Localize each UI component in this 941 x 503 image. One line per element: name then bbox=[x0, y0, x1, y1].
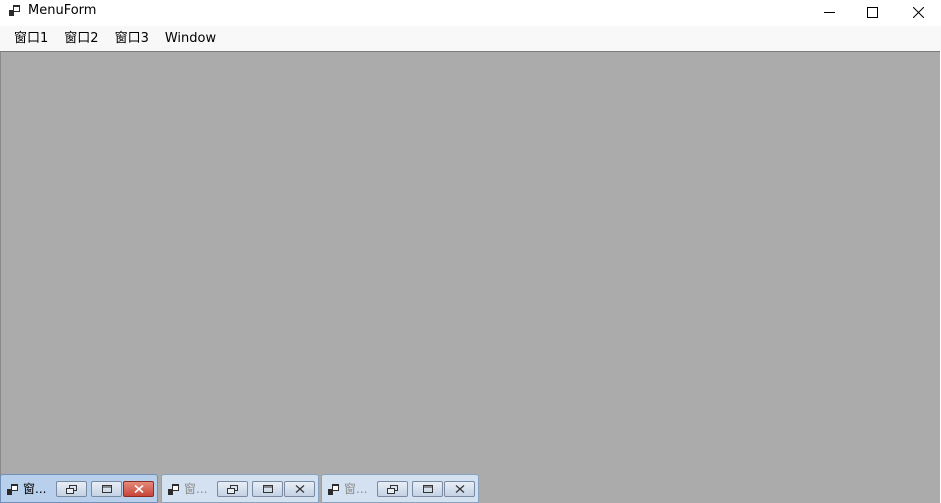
close-icon bbox=[295, 485, 304, 493]
app-icon bbox=[328, 484, 339, 495]
close-button[interactable] bbox=[284, 481, 315, 497]
main-window: MenuForm 窗口1 窗口2 窗口3 Window 窗... 窗... 窗.… bbox=[0, 0, 941, 503]
app-icon bbox=[9, 5, 20, 16]
minimized-child-title: 窗... bbox=[23, 482, 47, 496]
maximize-button[interactable] bbox=[412, 481, 443, 497]
close-icon bbox=[133, 485, 144, 493]
close-button[interactable] bbox=[895, 0, 941, 24]
app-icon bbox=[168, 484, 179, 495]
app-icon bbox=[7, 484, 18, 495]
menu-bar: 窗口1 窗口2 窗口3 Window bbox=[0, 26, 941, 51]
maximize-icon bbox=[422, 485, 433, 493]
title-bar[interactable]: MenuForm bbox=[0, 0, 941, 24]
close-button[interactable] bbox=[444, 481, 475, 497]
restore-button[interactable] bbox=[377, 481, 408, 497]
maximize-icon bbox=[866, 6, 878, 18]
restore-button[interactable] bbox=[217, 481, 248, 497]
restore-icon bbox=[387, 484, 398, 494]
maximize-icon bbox=[262, 485, 273, 493]
maximize-button[interactable] bbox=[252, 481, 283, 497]
minimized-child-1[interactable]: 窗... bbox=[0, 474, 158, 503]
maximize-button[interactable] bbox=[91, 481, 122, 497]
close-icon bbox=[455, 485, 464, 493]
minimized-child-3[interactable]: 窗... bbox=[321, 474, 479, 503]
minimized-child-title: 窗... bbox=[184, 482, 208, 496]
menu-item-window[interactable]: Window bbox=[157, 26, 224, 51]
close-button[interactable] bbox=[123, 481, 154, 497]
minimize-button[interactable] bbox=[806, 0, 852, 24]
mdi-client-area bbox=[0, 51, 940, 503]
maximize-button[interactable] bbox=[849, 0, 895, 24]
minimize-icon bbox=[823, 11, 835, 13]
minimized-child-2[interactable]: 窗... bbox=[161, 474, 319, 503]
menu-item-window1[interactable]: 窗口1 bbox=[6, 26, 56, 51]
window-title: MenuForm bbox=[28, 3, 97, 18]
minimized-child-title: 窗... bbox=[344, 482, 368, 496]
maximize-icon bbox=[101, 485, 112, 493]
restore-icon bbox=[227, 484, 238, 494]
menu-item-window3[interactable]: 窗口3 bbox=[107, 26, 157, 51]
restore-button[interactable] bbox=[56, 481, 87, 497]
restore-icon bbox=[66, 484, 77, 494]
close-icon bbox=[912, 6, 924, 18]
menu-item-window2[interactable]: 窗口2 bbox=[56, 26, 106, 51]
